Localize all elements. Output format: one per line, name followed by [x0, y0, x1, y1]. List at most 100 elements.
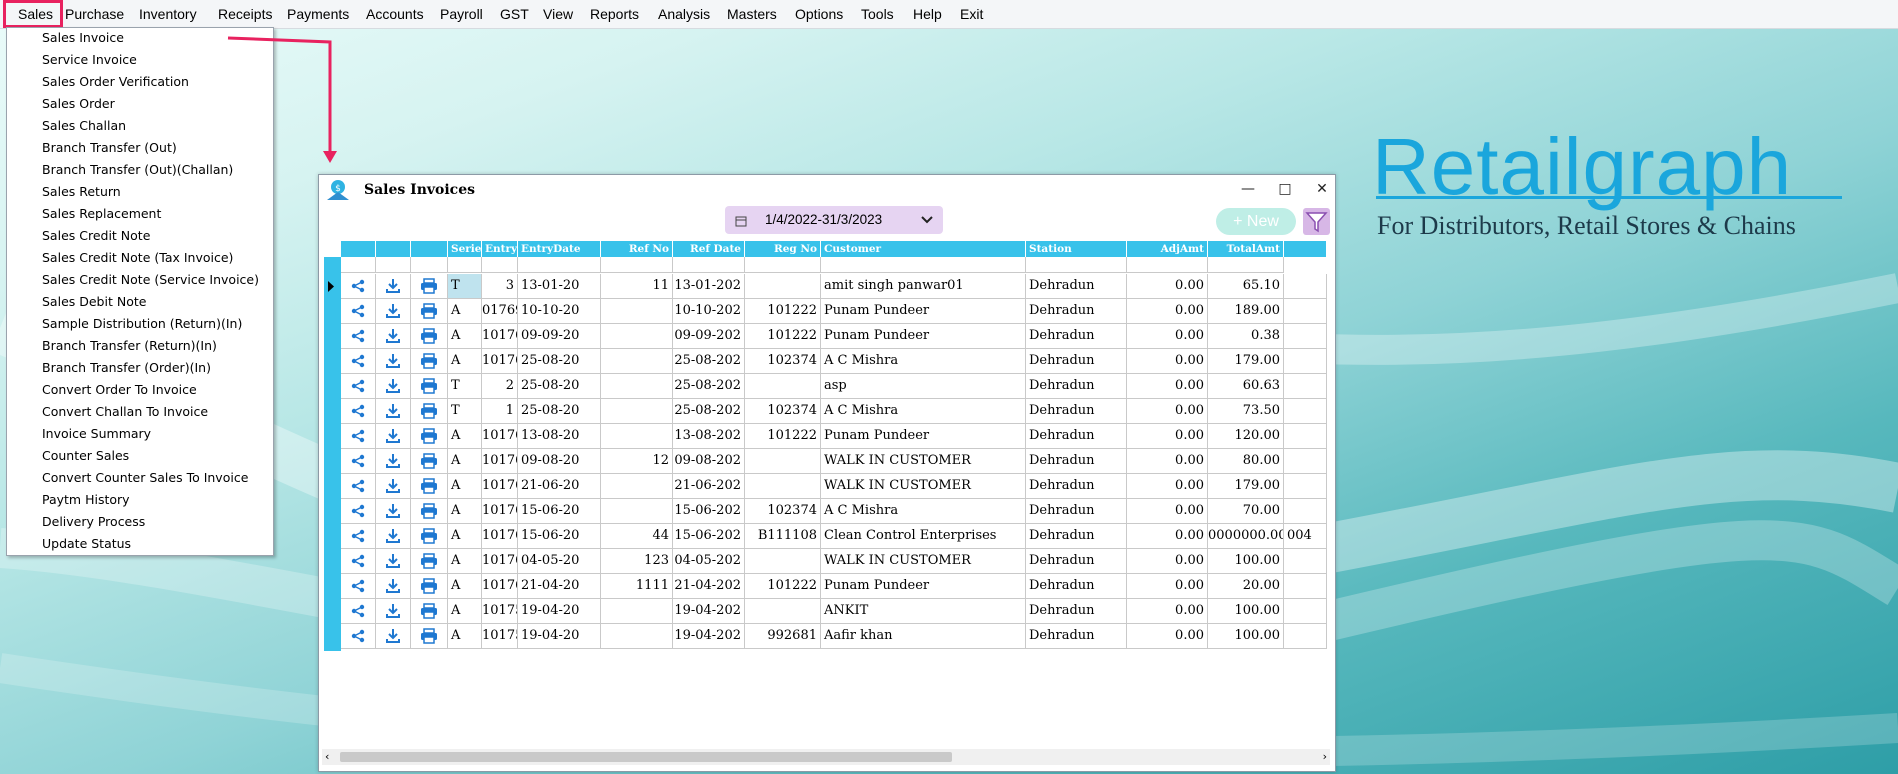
cell-ref-date[interactable]: 09-09-202: [673, 324, 745, 349]
cell-station[interactable]: Dehradun: [1026, 324, 1127, 349]
cell-extra[interactable]: 004: [1284, 524, 1327, 549]
cell-ref-no[interactable]: 11: [601, 274, 673, 299]
download-icon[interactable]: [376, 324, 411, 349]
menu-help[interactable]: Help: [913, 0, 942, 28]
share-icon[interactable]: [341, 524, 376, 549]
cell-ref-date[interactable]: 21-04-202: [673, 574, 745, 599]
cell-ref-date[interactable]: 25-08-202: [673, 374, 745, 399]
cell-reg-no[interactable]: [745, 274, 821, 299]
cell-adjamt[interactable]: 0.00: [1127, 349, 1208, 374]
cell-adjamt[interactable]: 0.00: [1127, 299, 1208, 324]
cell-totalamt[interactable]: 73.50: [1208, 399, 1284, 424]
menu-view[interactable]: View: [543, 0, 573, 28]
date-range-selector[interactable]: 1/4/2022-31/3/2023: [725, 206, 943, 234]
cell-customer[interactable]: Punam Pundeer: [821, 324, 1026, 349]
menu-accounts[interactable]: Accounts: [366, 0, 424, 28]
table-row[interactable]: A10176021-04-20111121-04-202101222 Punam…: [324, 574, 1327, 599]
cell-entrydate[interactable]: 10-10-20: [518, 299, 601, 324]
cell-customer[interactable]: WALK IN CUSTOMER: [821, 549, 1026, 574]
print-icon[interactable]: [411, 274, 448, 299]
download-icon[interactable]: [376, 424, 411, 449]
header-ref-date[interactable]: Ref Date: [673, 241, 745, 257]
cell-ref-no[interactable]: [601, 499, 673, 524]
cell-ref-no[interactable]: 1111: [601, 574, 673, 599]
cell-ref-date[interactable]: 13-08-202: [673, 424, 745, 449]
cell-ref-no[interactable]: [601, 474, 673, 499]
cell-adjamt[interactable]: 0.00: [1127, 324, 1208, 349]
header-station[interactable]: Station: [1026, 241, 1127, 257]
cell-entrydate[interactable]: 25-08-20: [518, 349, 601, 374]
share-icon[interactable]: [341, 299, 376, 324]
cell-entrydate[interactable]: 04-05-20: [518, 549, 601, 574]
cell-ref-date[interactable]: 13-01-202: [673, 274, 745, 299]
cell-extra[interactable]: [1284, 474, 1327, 499]
share-icon[interactable]: [341, 424, 376, 449]
menu-item-convert-order-to-invoice[interactable]: Convert Order To Invoice: [42, 381, 197, 399]
cell-extra[interactable]: [1284, 549, 1327, 574]
table-row[interactable]: A10176809-09-20 09-09-202101222 Punam Pun…: [324, 324, 1327, 349]
share-icon[interactable]: [341, 449, 376, 474]
share-icon[interactable]: [341, 474, 376, 499]
filter-cell[interactable]: [821, 257, 1026, 273]
menu-payroll[interactable]: Payroll: [440, 0, 483, 28]
cell-extra[interactable]: [1284, 274, 1327, 299]
menu-gst[interactable]: GST: [500, 0, 529, 28]
download-icon[interactable]: [376, 474, 411, 499]
cell-adjamt[interactable]: 0.00: [1127, 474, 1208, 499]
print-icon[interactable]: [411, 524, 448, 549]
print-icon[interactable]: [411, 449, 448, 474]
header-series[interactable]: Series: [448, 241, 482, 257]
header-customer[interactable]: Customer: [821, 241, 1026, 257]
filter-cell[interactable]: [482, 257, 518, 273]
print-icon[interactable]: [411, 299, 448, 324]
cell-customer[interactable]: asp: [821, 374, 1026, 399]
filter-cell[interactable]: [341, 257, 376, 273]
cell-reg-no[interactable]: [745, 449, 821, 474]
cell-customer[interactable]: Punam Pundeer: [821, 574, 1026, 599]
table-row[interactable]: A10176104-05-2012304-05-202 WALK IN CUSTO…: [324, 549, 1327, 574]
cell-adjamt[interactable]: 0.00: [1127, 449, 1208, 474]
download-icon[interactable]: [376, 499, 411, 524]
minimize-button[interactable]: —: [1236, 179, 1260, 199]
cell-extra[interactable]: [1284, 324, 1327, 349]
share-icon[interactable]: [341, 624, 376, 649]
print-icon[interactable]: [411, 574, 448, 599]
cell-totalamt[interactable]: 100.00: [1208, 624, 1284, 649]
filter-cell[interactable]: [518, 257, 601, 273]
cell-entryno[interactable]: 101763: [482, 499, 518, 524]
filter-cell[interactable]: [673, 257, 745, 273]
cell-station[interactable]: Dehradun: [1026, 524, 1127, 549]
cell-series[interactable]: A: [448, 324, 482, 349]
cell-reg-no[interactable]: 101222: [745, 574, 821, 599]
download-icon[interactable]: [376, 274, 411, 299]
cell-entryno[interactable]: 101761: [482, 549, 518, 574]
download-icon[interactable]: [376, 349, 411, 374]
cell-reg-no[interactable]: [745, 599, 821, 624]
download-icon[interactable]: [376, 624, 411, 649]
cell-extra[interactable]: [1284, 374, 1327, 399]
cell-adjamt[interactable]: 0.00: [1127, 274, 1208, 299]
header-totalamt[interactable]: TotalAmt: [1208, 241, 1284, 257]
cell-extra[interactable]: [1284, 574, 1327, 599]
cell-customer[interactable]: Clean Control Enterprises: [821, 524, 1026, 549]
cell-extra[interactable]: [1284, 299, 1327, 324]
cell-adjamt[interactable]: 0.00: [1127, 574, 1208, 599]
menu-item-branch-transfer-out-challan[interactable]: Branch Transfer (Out)(Challan): [42, 161, 233, 179]
cell-ref-date[interactable]: 09-08-202: [673, 449, 745, 474]
cell-ref-date[interactable]: 21-06-202: [673, 474, 745, 499]
share-icon[interactable]: [341, 549, 376, 574]
cell-entrydate[interactable]: 25-08-20: [518, 399, 601, 424]
cell-extra[interactable]: [1284, 424, 1327, 449]
cell-series[interactable]: A: [448, 349, 482, 374]
filter-button[interactable]: [1303, 208, 1330, 235]
cell-customer[interactable]: A C Mishra: [821, 349, 1026, 374]
cell-totalamt[interactable]: 100.00: [1208, 599, 1284, 624]
cell-entryno[interactable]: 101765: [482, 449, 518, 474]
cell-reg-no[interactable]: 102374: [745, 499, 821, 524]
cell-reg-no[interactable]: 102374: [745, 399, 821, 424]
menu-item-paytm-history[interactable]: Paytm History: [42, 491, 130, 509]
menu-item-branch-transfer-out[interactable]: Branch Transfer (Out): [42, 139, 177, 157]
print-icon[interactable]: [411, 374, 448, 399]
filter-cell[interactable]: [1127, 257, 1208, 273]
cell-reg-no[interactable]: [745, 549, 821, 574]
